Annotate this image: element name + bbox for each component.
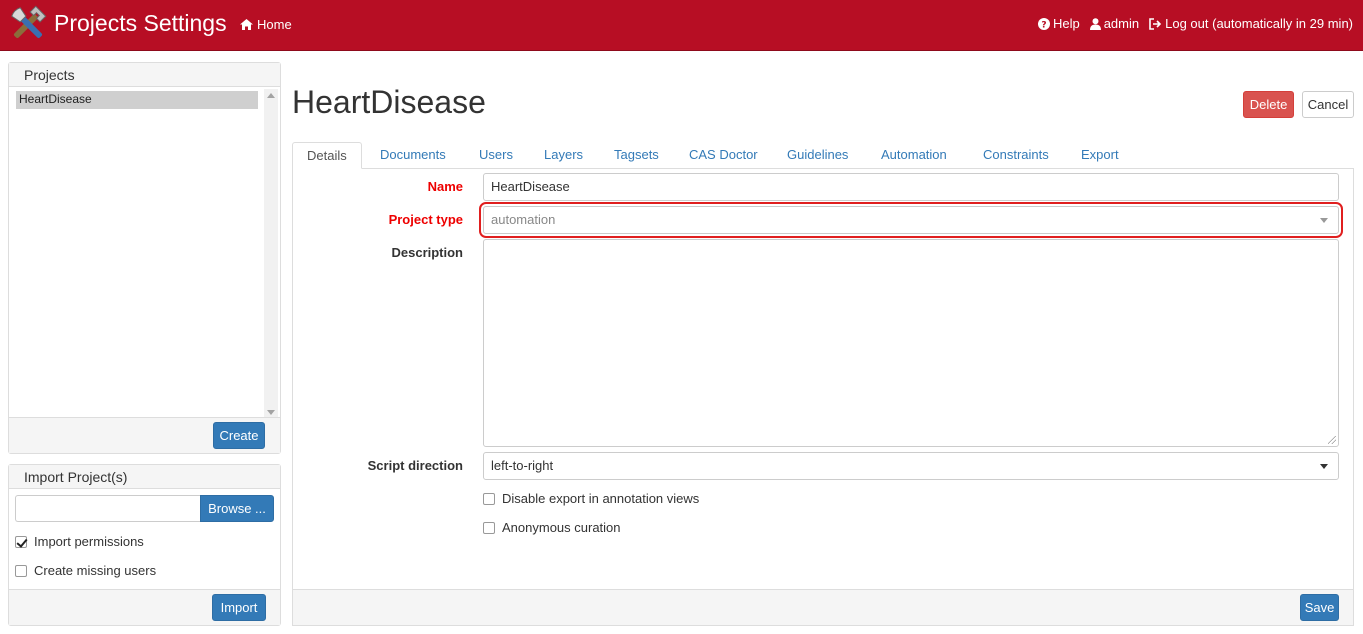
create-missing-users-row[interactable]: Create missing users	[15, 563, 156, 578]
tab-details[interactable]: Details	[292, 142, 362, 169]
anonymous-curation-checkbox[interactable]	[483, 521, 495, 534]
tab-export[interactable]: Export	[1081, 142, 1119, 169]
anonymous-curation-row[interactable]: Anonymous curation	[483, 520, 621, 535]
page-title: HeartDisease	[292, 84, 486, 120]
create-missing-users-checkbox[interactable]	[15, 564, 27, 577]
description-label: Description	[391, 245, 463, 260]
script-direction-label: Script direction	[367, 458, 463, 473]
user-label: admin	[1103, 16, 1140, 31]
script-direction-value: left-to-right	[491, 458, 554, 473]
name-label: Name	[427, 179, 463, 194]
chevron-down-icon	[1320, 464, 1328, 469]
tab-automation[interactable]: Automation	[881, 142, 947, 169]
user-icon	[1089, 17, 1101, 30]
script-direction-select[interactable]: left-to-right	[483, 452, 1339, 480]
create-button[interactable]: Create	[213, 422, 265, 449]
tab-guidelines[interactable]: Guidelines	[787, 142, 848, 169]
import-permissions-checkbox[interactable]	[15, 535, 27, 548]
description-textarea[interactable]	[483, 239, 1339, 447]
tab-documents[interactable]: Documents	[380, 142, 446, 169]
tab-constraints[interactable]: Constraints	[983, 142, 1049, 169]
project-type-label: Project type	[388, 212, 463, 227]
top-navbar: Projects Settings Home ? Help admin Log …	[0, 0, 1363, 51]
logout-label: Log out (automatically in 29 min)	[1165, 16, 1353, 31]
import-permissions-label: Import permissions	[34, 534, 144, 549]
tab-cas-doctor[interactable]: CAS Doctor	[689, 142, 758, 169]
projects-panel: Projects HeartDisease Create	[8, 62, 281, 454]
import-button[interactable]: Import	[212, 594, 266, 621]
projects-panel-footer: Create	[9, 417, 280, 453]
details-form: Name HeartDisease Project type automatio…	[292, 168, 1354, 626]
tab-tagsets[interactable]: Tagsets	[614, 142, 659, 169]
app-title: Projects Settings	[54, 10, 227, 36]
scroll-down-icon[interactable]	[267, 410, 275, 415]
disable-export-row[interactable]: Disable export in annotation views	[483, 491, 699, 506]
project-type-select[interactable]: automation	[479, 202, 1343, 238]
name-input[interactable]: HeartDisease	[483, 173, 1339, 201]
disable-export-checkbox[interactable]	[483, 492, 495, 505]
home-link[interactable]: Home	[240, 17, 292, 32]
scroll-up-icon[interactable]	[267, 93, 275, 98]
details-form-footer: Save	[293, 589, 1353, 625]
tab-users[interactable]: Users	[479, 142, 513, 169]
import-panel: Import Project(s) Browse ... Import perm…	[8, 464, 281, 626]
sign-out-icon	[1149, 17, 1162, 30]
project-list-scrollbar[interactable]	[264, 89, 278, 419]
home-label: Home	[257, 17, 292, 32]
settings-tabs: Details Documents Users Layers Tagsets C…	[292, 142, 1354, 169]
help-link[interactable]: ? Help	[1037, 16, 1080, 31]
svg-text:?: ?	[1041, 20, 1046, 30]
question-circle-icon: ?	[1037, 17, 1050, 30]
projects-heading: Projects	[9, 63, 280, 87]
delete-button[interactable]: Delete	[1243, 91, 1294, 118]
tools-icon	[11, 5, 47, 39]
import-permissions-row[interactable]: Import permissions	[15, 534, 144, 549]
chevron-down-icon	[1320, 218, 1328, 223]
browse-button[interactable]: Browse ...	[200, 495, 274, 522]
project-type-value: automation	[491, 212, 556, 227]
resize-grip-icon[interactable]	[1328, 436, 1336, 444]
import-file-input[interactable]	[15, 495, 201, 522]
import-heading: Import Project(s)	[9, 465, 280, 489]
disable-export-label: Disable export in annotation views	[502, 491, 700, 506]
help-label: Help	[1052, 16, 1080, 31]
create-missing-users-label: Create missing users	[34, 563, 157, 578]
save-button[interactable]: Save	[1300, 594, 1339, 621]
cancel-button[interactable]: Cancel	[1302, 91, 1354, 118]
import-panel-footer: Import	[9, 589, 280, 625]
project-list-item[interactable]: HeartDisease	[16, 91, 258, 109]
tab-layers[interactable]: Layers	[544, 142, 583, 169]
anonymous-curation-label: Anonymous curation	[502, 520, 621, 535]
project-list[interactable]: HeartDisease	[13, 89, 278, 419]
user-link[interactable]: admin	[1089, 16, 1140, 31]
home-icon	[240, 19, 253, 30]
logout-link[interactable]: Log out (automatically in 29 min)	[1149, 16, 1353, 31]
